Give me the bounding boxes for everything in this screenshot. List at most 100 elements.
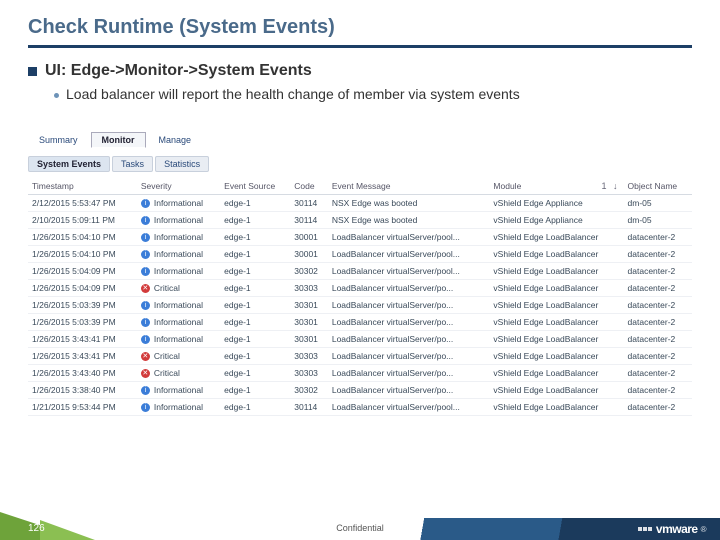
cell-severity: iInformational xyxy=(137,263,220,280)
logo-reg-mark: ® xyxy=(701,525,706,534)
cell-timestamp: 1/26/2015 5:04:10 PM xyxy=(28,246,137,263)
cell-event-source: edge-1 xyxy=(220,365,290,382)
cell-object-name: dm-05 xyxy=(624,195,692,212)
cell-code: 30303 xyxy=(290,348,328,365)
cell-timestamp: 1/26/2015 3:38:40 PM xyxy=(28,382,137,399)
col-event-source[interactable]: Event Source xyxy=(220,178,290,195)
cell-severity: ✕Critical xyxy=(137,365,220,382)
cell-code: 30302 xyxy=(290,263,328,280)
cell-event-source: edge-1 xyxy=(220,331,290,348)
severity-label: Critical xyxy=(154,368,180,378)
confidential-label: Confidential xyxy=(336,523,384,533)
info-icon: i xyxy=(141,250,150,259)
tab-manage[interactable]: Manage xyxy=(148,132,203,148)
cell-object-name: dm-05 xyxy=(624,212,692,229)
cell-event-message: LoadBalancer virtualServer/pool... xyxy=(328,246,490,263)
cell-object-name: datacenter-2 xyxy=(624,365,692,382)
cell-object-name: datacenter-2 xyxy=(624,331,692,348)
cell-event-message: LoadBalancer virtualServer/po... xyxy=(328,331,490,348)
cell-event-message: LoadBalancer virtualServer/po... xyxy=(328,297,490,314)
col-code[interactable]: Code xyxy=(290,178,328,195)
cell-timestamp: 2/12/2015 5:53:47 PM xyxy=(28,195,137,212)
col-severity[interactable]: Severity xyxy=(137,178,220,195)
tab-monitor[interactable]: Monitor xyxy=(91,132,146,148)
cell-module: vShield Edge LoadBalancer xyxy=(489,348,623,365)
cell-severity: iInformational xyxy=(137,314,220,331)
cell-timestamp: 1/26/2015 5:04:09 PM xyxy=(28,280,137,297)
subtab-statistics[interactable]: Statistics xyxy=(155,156,209,172)
cell-event-message: LoadBalancer virtualServer/po... xyxy=(328,365,490,382)
critical-icon: ✕ xyxy=(141,352,150,361)
table-row[interactable]: 1/26/2015 5:04:09 PM✕Criticaledge-130303… xyxy=(28,280,692,297)
bullet-1-text: UI: Edge->Monitor->System Events xyxy=(45,62,312,80)
cell-event-source: edge-1 xyxy=(220,229,290,246)
bullet-level-1: UI: Edge->Monitor->System Events xyxy=(28,62,692,80)
cell-event-message: NSX Edge was booted xyxy=(328,195,490,212)
col-event-message[interactable]: Event Message xyxy=(328,178,490,195)
cell-object-name: datacenter-2 xyxy=(624,348,692,365)
events-panel: Summary Monitor Manage System Events Tas… xyxy=(28,132,692,416)
table-row[interactable]: 1/26/2015 3:38:40 PMiInformationaledge-1… xyxy=(28,382,692,399)
cell-code: 30114 xyxy=(290,195,328,212)
cell-object-name: datacenter-2 xyxy=(624,246,692,263)
table-row[interactable]: 2/10/2015 5:09:11 PMiInformationaledge-1… xyxy=(28,212,692,229)
cell-code: 30114 xyxy=(290,399,328,416)
cell-code: 30301 xyxy=(290,331,328,348)
table-row[interactable]: 2/12/2015 5:53:47 PMiInformationaledge-1… xyxy=(28,195,692,212)
table-row[interactable]: 1/26/2015 5:03:39 PMiInformationaledge-1… xyxy=(28,297,692,314)
logo-boxes-icon xyxy=(638,527,652,531)
table-row[interactable]: 1/26/2015 5:04:10 PM i Informational edge-1… xyxy=(28,246,692,263)
cell-timestamp: 1/26/2015 3:43:41 PM xyxy=(28,331,137,348)
severity-label: Informational xyxy=(154,317,203,327)
cell-event-source: edge-1 xyxy=(220,246,290,263)
table-row[interactable]: 1/26/2015 3:43:40 PM✕Criticaledge-130303… xyxy=(28,365,692,382)
table-row[interactable]: 1/26/2015 5:04:09 PMiInformationaledge-1… xyxy=(28,263,692,280)
severity-label: Informational xyxy=(154,232,203,242)
severity-label: Informational xyxy=(154,402,203,412)
severity-label: Informational xyxy=(154,215,203,225)
table-row[interactable]: 1/26/2015 5:03:39 PMiInformationaledge-1… xyxy=(28,314,692,331)
cell-code: 30114 xyxy=(290,212,328,229)
info-icon: i xyxy=(141,233,150,242)
cell-severity: iInformational xyxy=(137,331,220,348)
cell-event-source: edge-1 xyxy=(220,212,290,229)
subtab-system-events[interactable]: System Events xyxy=(28,156,110,172)
cell-code: 30301 xyxy=(290,314,328,331)
cell-event-message: LoadBalancer virtualServer/po... xyxy=(328,314,490,331)
info-icon: i xyxy=(141,301,150,310)
vmware-logo: vmware® xyxy=(638,522,706,536)
table-row[interactable]: 1/21/2015 9:53:44 PMiInformationaledge-1… xyxy=(28,399,692,416)
sort-arrows-icon[interactable]: 1 ↓ xyxy=(602,181,620,191)
table-row[interactable]: 1/26/2015 3:43:41 PM✕Criticaledge-130303… xyxy=(28,348,692,365)
cell-event-message: LoadBalancer virtualServer/po... xyxy=(328,280,490,297)
cell-severity: ✕Critical xyxy=(137,348,220,365)
cell-event-source: edge-1 xyxy=(220,348,290,365)
col-object-name[interactable]: Object Name xyxy=(624,178,692,195)
page-number: 126 xyxy=(28,523,45,534)
cell-object-name: datacenter-2 xyxy=(624,229,692,246)
logo-text: vmware xyxy=(656,522,698,536)
cell-code: 30301 xyxy=(290,297,328,314)
critical-icon: ✕ xyxy=(141,284,150,293)
sub-tabs: System Events Tasks Statistics xyxy=(28,156,692,172)
cell-module: vShield Edge Appliance xyxy=(489,212,623,229)
tab-summary[interactable]: Summary xyxy=(28,132,89,148)
cell-module: vShield Edge LoadBalancer xyxy=(489,399,623,416)
info-icon: i xyxy=(141,386,150,395)
table-row[interactable]: 1/26/2015 5:04:10 PMiInformationaledge-1… xyxy=(28,229,692,246)
cell-timestamp: 1/26/2015 3:43:40 PM xyxy=(28,365,137,382)
cell-event-message: LoadBalancer virtualServer/po... xyxy=(328,382,490,399)
cell-severity: iInformational xyxy=(137,195,220,212)
severity-label: Informational xyxy=(154,249,203,259)
col-timestamp[interactable]: Timestamp xyxy=(28,178,137,195)
info-icon: i xyxy=(141,335,150,344)
cell-module: vShield Edge LoadBalancer xyxy=(489,331,623,348)
subtab-tasks[interactable]: Tasks xyxy=(112,156,153,172)
slide-footer: 126 Confidential vmware® xyxy=(0,512,720,540)
table-row[interactable]: 1/26/2015 3:43:41 PMiInformationaledge-1… xyxy=(28,331,692,348)
cell-code: 30303 xyxy=(290,280,328,297)
cell-event-source: edge-1 xyxy=(220,263,290,280)
info-icon: i xyxy=(141,216,150,225)
cell-code: 30001 xyxy=(290,229,328,246)
col-module[interactable]: Module 1 ↓ xyxy=(489,178,623,195)
